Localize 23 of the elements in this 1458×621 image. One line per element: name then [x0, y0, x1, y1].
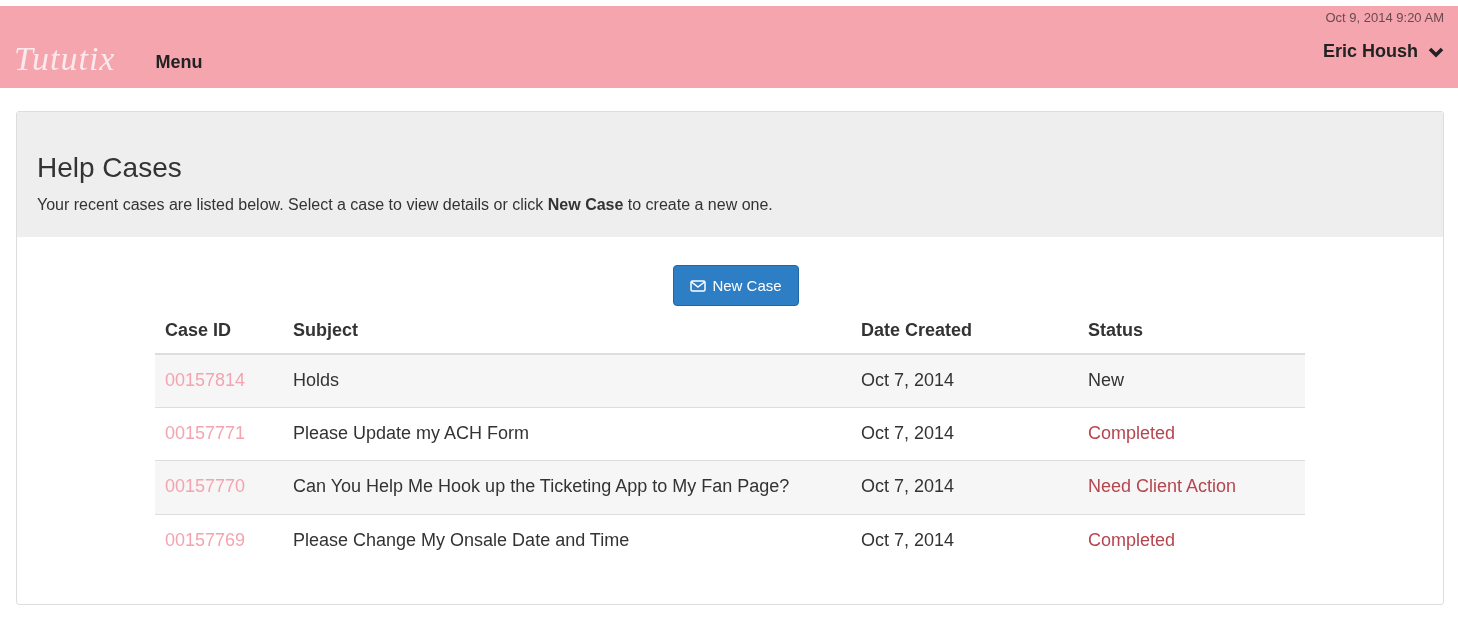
- subject-text: Holds: [293, 370, 340, 390]
- page-title: Help Cases: [37, 152, 183, 184]
- logo[interactable]: Tututix: [14, 40, 116, 78]
- status-text: New: [1088, 370, 1124, 390]
- subject-text: Please Update my ACH Form: [293, 423, 530, 444]
- subject-text: Please Change My Onsale Date and Time: [293, 529, 630, 550]
- case-id-link[interactable]: 00157769: [165, 529, 246, 550]
- date-text: Oct 7, 2014: [861, 370, 955, 390]
- date-text: Oct 7, 2014: [861, 529, 955, 550]
- date-time: Oct 9, 2014 9:20 AM: [1325, 10, 1444, 25]
- case-id-link[interactable]: 00157771: [165, 423, 246, 444]
- date-text: Oct 7, 2014: [861, 423, 955, 444]
- menu-link[interactable]: Menu: [155, 52, 203, 73]
- status-text: Need Client Action: [1088, 476, 1237, 497]
- envelope-icon: [690, 279, 707, 292]
- status-text: Completed: [1088, 529, 1176, 550]
- new-case-button[interactable]: New Case: [673, 265, 799, 306]
- date-text: Oct 7, 2014: [861, 476, 955, 497]
- status-text: Completed: [1088, 423, 1176, 444]
- subject-text: Can You Help Me Hook up the Ticketing App to My Fan Page?: [293, 476, 790, 497]
- chevron-down-icon: [1428, 45, 1444, 58]
- intro-text: Your recent cases are listed below. Select a case to view details or click New Case to create a new one.: [37, 196, 774, 214]
- user-menu[interactable]: Eric Housh: [1322, 41, 1444, 62]
